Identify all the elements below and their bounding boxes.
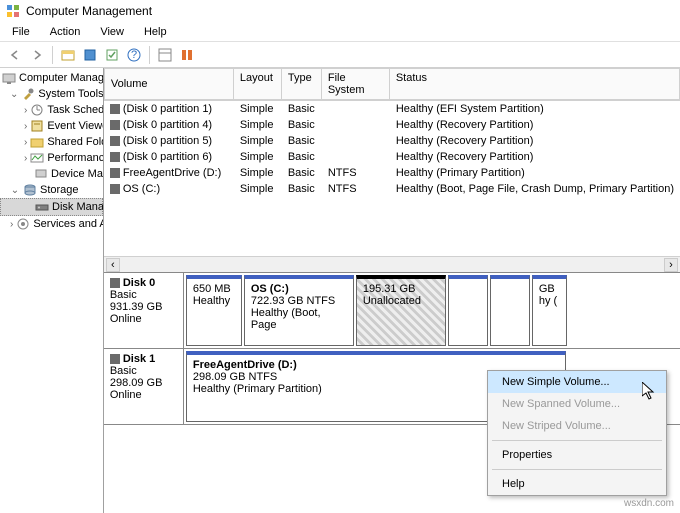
menu-action[interactable]: Action	[42, 24, 89, 40]
toolbar-icon-1[interactable]	[59, 46, 77, 64]
col-type[interactable]: Type	[282, 68, 322, 100]
volume-list-header: Volume Layout Type File System Status	[104, 68, 680, 101]
collapse-icon[interactable]: ⌄	[10, 185, 20, 196]
volume-row[interactable]: FreeAgentDrive (D:)SimpleBasicNTFSHealth…	[104, 165, 680, 181]
toolbar-icon-2[interactable]	[81, 46, 99, 64]
partition[interactable]	[448, 275, 488, 346]
volume-row[interactable]: (Disk 0 partition 6)SimpleBasicHealthy (…	[104, 149, 680, 165]
disk-info[interactable]: Disk 0Basic931.39 GBOnline	[104, 273, 184, 348]
tree-storage[interactable]: ⌄Storage	[0, 182, 103, 198]
tree-diskmgmt[interactable]: Disk Management	[0, 198, 103, 216]
volume-icon	[110, 136, 120, 146]
menu-separator	[492, 469, 662, 470]
volume-icon	[110, 168, 120, 178]
toolbar: ?	[0, 42, 680, 68]
volume-row[interactable]: (Disk 0 partition 1)SimpleBasicHealthy (…	[104, 101, 680, 117]
disk-info[interactable]: Disk 1Basic298.09 GBOnline	[104, 349, 184, 424]
title-bar: Computer Management	[0, 0, 680, 22]
scroll-right-icon[interactable]: ›	[664, 258, 678, 272]
volume-icon	[110, 104, 120, 114]
expand-icon[interactable]: ›	[24, 105, 27, 116]
volume-row[interactable]: OS (C:)SimpleBasicNTFSHealthy (Boot, Pag…	[104, 181, 680, 197]
scroll-left-icon[interactable]: ‹	[106, 258, 120, 272]
expand-icon[interactable]: ›	[24, 121, 27, 132]
computer-icon	[2, 71, 16, 85]
tree-root[interactable]: Computer Management (Local	[0, 70, 103, 86]
tree-services[interactable]: ›Services and Applications	[0, 216, 103, 232]
collapse-icon[interactable]: ⌄	[10, 89, 18, 100]
partition[interactable]: OS (C:)722.93 GB NTFSHealthy (Boot, Page	[244, 275, 354, 346]
col-fs[interactable]: File System	[322, 68, 390, 100]
volume-icon	[110, 152, 120, 162]
separator	[52, 46, 53, 64]
menu-help[interactable]: Help	[488, 473, 666, 495]
menu-separator	[492, 440, 662, 441]
help-icon[interactable]: ?	[125, 46, 143, 64]
menu-bar: File Action View Help	[0, 22, 680, 42]
app-icon	[6, 4, 20, 18]
volume-list[interactable]: (Disk 0 partition 1)SimpleBasicHealthy (…	[104, 101, 680, 256]
col-status[interactable]: Status	[390, 68, 680, 100]
context-menu: New Simple Volume... New Spanned Volume.…	[487, 370, 667, 496]
menu-new-striped-volume: New Striped Volume...	[488, 415, 666, 437]
menu-file[interactable]: File	[4, 24, 38, 40]
perf-icon	[30, 151, 44, 165]
tree-evtview[interactable]: ›Event Viewer	[0, 118, 103, 134]
tree-perf[interactable]: ›Performance	[0, 150, 103, 166]
toolbar-icon-3[interactable]	[103, 46, 121, 64]
expand-icon[interactable]: ›	[24, 137, 27, 148]
forward-button[interactable]	[28, 46, 46, 64]
expand-icon[interactable]: ›	[10, 219, 13, 230]
menu-help[interactable]: Help	[136, 24, 175, 40]
toolbar-icon-5[interactable]	[178, 46, 196, 64]
horizontal-scrollbar[interactable]: ‹ ›	[104, 256, 680, 272]
tree-systools[interactable]: ⌄System Tools	[0, 86, 103, 102]
volume-row[interactable]: (Disk 0 partition 4)SimpleBasicHealthy (…	[104, 117, 680, 133]
back-button[interactable]	[6, 46, 24, 64]
nav-tree: Computer Management (Local ⌄System Tools…	[0, 68, 104, 513]
clock-icon	[30, 103, 44, 117]
event-icon	[30, 119, 44, 133]
disk-icon	[35, 200, 49, 214]
folder-icon	[30, 135, 44, 149]
menu-properties[interactable]: Properties	[488, 444, 666, 466]
window-title: Computer Management	[26, 4, 152, 18]
expand-icon[interactable]: ›	[24, 153, 27, 164]
separator	[149, 46, 150, 64]
storage-icon	[23, 183, 37, 197]
partition[interactable]: 650 MBHealthy	[186, 275, 242, 346]
disk-icon	[110, 278, 120, 288]
toolbar-icon-4[interactable]	[156, 46, 174, 64]
tree-shared[interactable]: ›Shared Folders	[0, 134, 103, 150]
partition[interactable]: GBhy (	[532, 275, 567, 346]
watermark: wsxdn.com	[624, 498, 674, 509]
device-icon	[34, 167, 48, 181]
volume-icon	[110, 184, 120, 194]
menu-new-spanned-volume: New Spanned Volume...	[488, 393, 666, 415]
menu-view[interactable]: View	[92, 24, 132, 40]
col-layout[interactable]: Layout	[234, 68, 282, 100]
unallocated-partition[interactable]: 195.31 GBUnallocated	[356, 275, 446, 346]
volume-icon	[110, 120, 120, 130]
svg-text:?: ?	[131, 49, 137, 61]
tree-devmgr[interactable]: Device Manager	[0, 166, 103, 182]
tools-icon	[21, 87, 35, 101]
tree-tasksched[interactable]: ›Task Scheduler	[0, 102, 103, 118]
col-volume[interactable]: Volume	[104, 68, 234, 100]
partition[interactable]	[490, 275, 530, 346]
menu-new-simple-volume[interactable]: New Simple Volume...	[488, 371, 666, 393]
disk-row: Disk 0Basic931.39 GBOnline650 MBHealthyO…	[104, 273, 680, 349]
disk-icon	[110, 354, 120, 364]
volume-row[interactable]: (Disk 0 partition 5)SimpleBasicHealthy (…	[104, 133, 680, 149]
services-icon	[16, 217, 30, 231]
